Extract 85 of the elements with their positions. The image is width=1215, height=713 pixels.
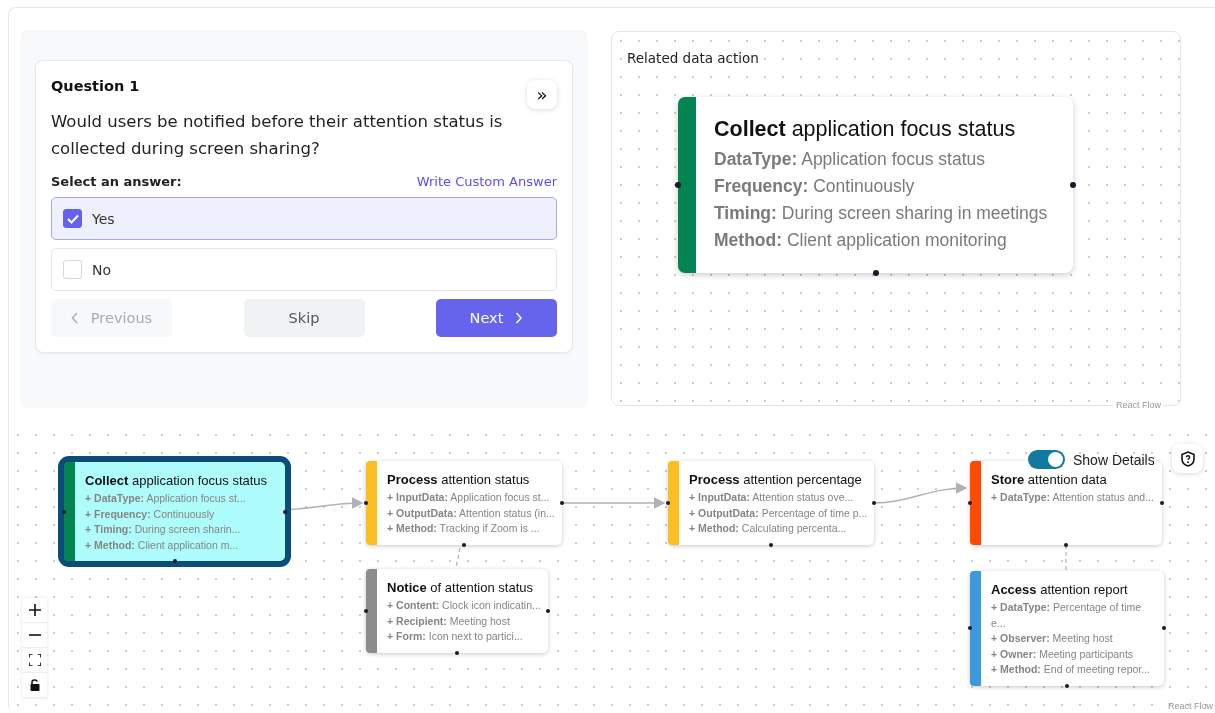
- node-field: + Form: Icon next to partici...: [387, 629, 541, 645]
- checkbox[interactable]: [63, 209, 82, 228]
- handle-dot[interactable]: [283, 509, 287, 514]
- handle-dot[interactable]: [1162, 626, 1166, 631]
- handle-dot[interactable]: [455, 651, 459, 655]
- chevron-right-icon: [515, 312, 524, 324]
- zoom-out-button[interactable]: [22, 623, 47, 648]
- toggle-switch[interactable]: [1028, 450, 1065, 469]
- node-title: Store attention data: [991, 472, 1108, 487]
- node-title: Notice of attention status: [387, 580, 534, 595]
- node-field: + Method: Tracking if Zoom is ...: [387, 521, 555, 537]
- padlock-icon: [28, 679, 41, 691]
- handle-dot[interactable]: [1070, 182, 1076, 188]
- node-field: + DataType: Attention status and...: [991, 490, 1154, 506]
- answer-option[interactable]: No: [51, 248, 557, 291]
- handle-dot[interactable]: [1064, 543, 1068, 547]
- node-field: + InputData: Application focus st...: [387, 490, 555, 506]
- flow-node[interactable]: Access attention report + DataType: Percentage of time e... + Observer: Meeting host + Owner: Meeting participants + Method: End of meeting repor...: [970, 571, 1164, 686]
- node-title: Process attention percentage: [689, 472, 863, 487]
- flow-node[interactable]: Collect application focus status + DataType: Application focus st... + Frequency: Continuously + Timing: During screen sharin... + Method: Client application m...: [58, 456, 291, 567]
- handle-dot[interactable]: [364, 501, 368, 505]
- fit-view-button[interactable]: [22, 648, 47, 673]
- handle-dot[interactable]: [1160, 501, 1164, 505]
- fit-view-icon: [28, 654, 41, 666]
- node-field: + OutputData: Attention status (in...: [387, 505, 555, 521]
- node-field: + InputData: Attention status ove...: [689, 490, 868, 506]
- handle-dot[interactable]: [560, 501, 564, 505]
- node-field: + Timing: During screen sharin...: [85, 522, 268, 538]
- next-button[interactable]: Next: [436, 299, 557, 337]
- node-title: Process attention status: [387, 472, 531, 487]
- panel-title: Related data action: [626, 49, 760, 66]
- node-field: + Method: Client application m...: [85, 537, 268, 553]
- handle-dot[interactable]: [462, 543, 466, 547]
- question-text: Would users be notified before their attention status is collected during screen sharing?: [51, 111, 504, 160]
- checkmark-icon: [66, 213, 79, 224]
- node-field: + Method: End of meeting repor...: [991, 662, 1158, 678]
- flow-node[interactable]: Process attention percentage + InputData: Attention status ove... + OutputData: Percentage of time p... + Method: Calculating percenta...: [668, 461, 874, 545]
- custom-answer-link[interactable]: Write Custom Answer: [416, 174, 557, 189]
- dashed-edge: [455, 547, 461, 569]
- handle-dot[interactable]: [968, 501, 972, 505]
- node-field: + DataType: Percentage of time e...: [991, 600, 1158, 631]
- handle-dot[interactable]: [1065, 683, 1069, 688]
- handle-dot[interactable]: [546, 609, 550, 613]
- handle-dot[interactable]: [968, 626, 972, 631]
- node-title: Access attention report: [991, 582, 1129, 597]
- handle-dot[interactable]: [675, 182, 681, 188]
- data-action-node[interactable]: Collect application focus status DataType: Application focus status Frequency: Continuously Timing: During screen sharing in meetings Method: Client application monitoring: [678, 97, 1073, 273]
- handle-dot[interactable]: [872, 501, 876, 505]
- question-title: Question 1: [51, 78, 140, 94]
- handle-dot[interactable]: [62, 509, 66, 514]
- node-field: + DataType: Application focus st...: [85, 491, 268, 507]
- handle-dot[interactable]: [769, 543, 773, 547]
- answer-option[interactable]: Yes: [51, 197, 557, 240]
- node-field: + OutputData: Percentage of time p...: [689, 505, 868, 521]
- node-field: DataType: Application focus status: [714, 146, 1048, 173]
- expand-button[interactable]: »: [527, 80, 557, 109]
- skip-button[interactable]: Skip: [243, 299, 365, 337]
- node-field: + Observer: Meeting host: [991, 631, 1158, 647]
- node-field: + Frequency: Continuously: [85, 506, 268, 522]
- flow-node[interactable]: Notice of attention status + Content: Clock icon indicatin... + Recipient: Meeting host + Form: Icon next to partici...: [366, 569, 548, 653]
- chevron-left-icon: [70, 312, 79, 324]
- node-field: + Content: Clock icon indicatin...: [387, 598, 541, 614]
- option-label: No: [92, 261, 112, 278]
- handle-dot[interactable]: [872, 270, 879, 276]
- plus-icon: [28, 604, 41, 616]
- node-field: Frequency: Continuously: [714, 173, 1048, 200]
- handle-dot[interactable]: [666, 501, 670, 505]
- attribution-text: React Flow: [1114, 400, 1163, 410]
- option-label: Yes: [92, 210, 115, 227]
- handle-dot[interactable]: [172, 559, 177, 563]
- node-field: + Method: Calculating percenta...: [689, 521, 868, 537]
- answer-prompt: Select an answer:: [51, 174, 182, 189]
- attribution-text: React Flow: [1168, 701, 1213, 711]
- handle-dot[interactable]: [364, 609, 368, 613]
- zoom-in-button[interactable]: [22, 598, 47, 623]
- node-title: Collect application focus status: [85, 473, 268, 488]
- help-button[interactable]: [1172, 444, 1203, 473]
- lock-button[interactable]: [22, 673, 47, 698]
- node-field: + Recipient: Meeting host: [387, 613, 541, 629]
- node-title: Collect application focus status: [714, 117, 1017, 142]
- node-field: Timing: During screen sharing in meetings: [714, 200, 1048, 227]
- node-field: Method: Client application monitoring: [714, 227, 1048, 254]
- node-field: + Owner: Meeting participants: [991, 646, 1158, 662]
- shield-help-icon: [1180, 450, 1195, 467]
- flow-node[interactable]: Process attention status + InputData: Application focus st... + OutputData: Attention status (in... + Method: Tracking if Zoom is ...: [366, 461, 562, 545]
